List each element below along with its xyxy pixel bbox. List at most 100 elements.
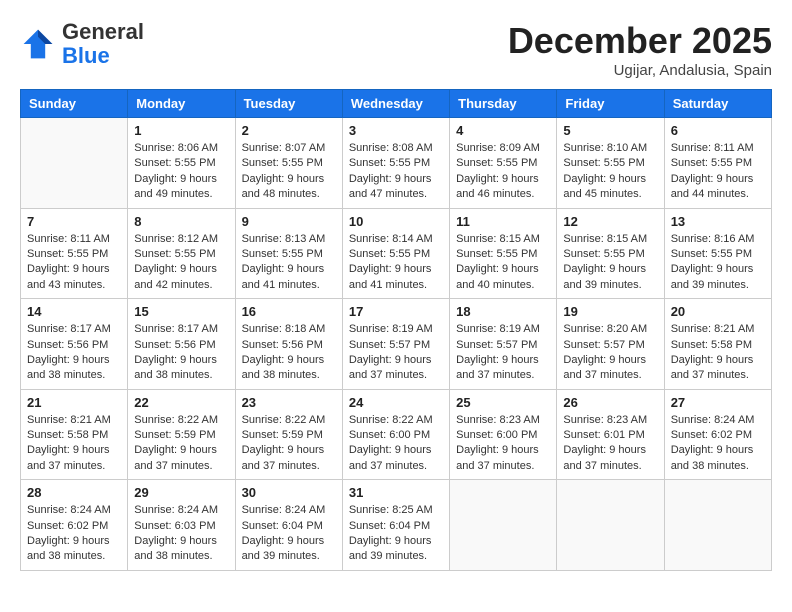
calendar-week-row: 14 Sunrise: 8:17 AMSunset: 5:56 PMDayligh… (21, 299, 772, 390)
cell-info: Sunrise: 8:23 AMSunset: 6:00 PMDaylight:… (456, 413, 550, 475)
day-number: 5 (563, 123, 657, 138)
calendar-cell: 16Sunrise: 8:18 AMSunset: 5:56 PMDayligh… (235, 299, 342, 390)
calendar-cell: 30 Sunrise: 8:24 AMSunset: 6:04 PMDayligh… (235, 480, 342, 571)
calendar-cell: 11 Sunrise: 8:15 AMSunset: 5:55 PMDayligh… (450, 208, 557, 299)
month-year: December 2025 (508, 20, 772, 62)
cell-info: Sunrise: 8:16 AMSunset: 5:55 PMDaylight:… (671, 232, 765, 294)
weekday-header: Monday (128, 90, 235, 118)
calendar-week-row: 21 Sunrise: 8:21 AMSunset: 5:58 PMDayligh… (21, 389, 772, 480)
calendar-cell: 18 Sunrise: 8:19 AMSunset: 5:57 PMDayligh… (450, 299, 557, 390)
cell-info: Sunrise: 8:12 AMSunset: 5:55 PMDaylight:… (134, 232, 228, 294)
weekday-header: Tuesday (235, 90, 342, 118)
calendar-cell: 21 Sunrise: 8:21 AMSunset: 5:58 PMDayligh… (21, 389, 128, 480)
calendar-cell: 25 Sunrise: 8:23 AMSunset: 6:00 PMDayligh… (450, 389, 557, 480)
calendar-cell (21, 118, 128, 209)
weekday-header: Sunday (21, 90, 128, 118)
cell-info: Sunrise: 8:24 AMSunset: 6:04 PMDaylight:… (242, 503, 336, 565)
calendar-cell (450, 480, 557, 571)
day-number: 16 (242, 304, 336, 319)
cell-info: Sunrise: 8:06 AMSunset: 5:55 PMDaylight:… (134, 141, 228, 203)
calendar-cell: 4Sunrise: 8:09 AMSunset: 5:55 PMDaylight… (450, 118, 557, 209)
day-number: 14 (27, 304, 121, 319)
calendar-cell: 19 Sunrise: 8:20 AMSunset: 5:57 PMDayligh… (557, 299, 664, 390)
location: Ugijar, Andalusia, Spain (508, 62, 772, 79)
day-number: 8 (134, 214, 228, 229)
calendar-cell: 20 Sunrise: 8:21 AMSunset: 5:58 PMDayligh… (664, 299, 771, 390)
calendar-cell: 28 Sunrise: 8:24 AMSunset: 6:02 PMDayligh… (21, 480, 128, 571)
calendar-cell: 10Sunrise: 8:14 AMSunset: 5:55 PMDayligh… (342, 208, 449, 299)
calendar-cell: 26Sunrise: 8:23 AMSunset: 6:01 PMDayligh… (557, 389, 664, 480)
logo-icon (20, 26, 56, 62)
cell-info: Sunrise: 8:20 AMSunset: 5:57 PMDaylight:… (563, 322, 657, 384)
day-number: 31 (349, 485, 443, 500)
logo-general: General (62, 19, 144, 44)
day-number: 11 (456, 214, 550, 229)
day-number: 28 (27, 485, 121, 500)
calendar-cell: 12 Sunrise: 8:15 AMSunset: 5:55 PMDayligh… (557, 208, 664, 299)
cell-info: Sunrise: 8:24 AMSunset: 6:02 PMDaylight:… (27, 503, 121, 565)
cell-info: Sunrise: 8:19 AMSunset: 5:57 PMDaylight:… (349, 322, 443, 384)
cell-info: Sunrise: 8:10 AMSunset: 5:55 PMDaylight:… (563, 141, 657, 203)
cell-info: Sunrise: 8:21 AMSunset: 5:58 PMDaylight:… (27, 413, 121, 475)
cell-info: Sunrise: 8:07 AMSunset: 5:55 PMDaylight:… (242, 141, 336, 203)
cell-info: Sunrise: 8:13 AMSunset: 5:55 PMDaylight:… (242, 232, 336, 294)
day-number: 9 (242, 214, 336, 229)
cell-info: Sunrise: 8:22 AMSunset: 5:59 PMDaylight:… (134, 413, 228, 475)
weekday-header: Saturday (664, 90, 771, 118)
day-number: 15 (134, 304, 228, 319)
cell-info: Sunrise: 8:19 AMSunset: 5:57 PMDaylight:… (456, 322, 550, 384)
day-number: 13 (671, 214, 765, 229)
calendar-cell: 17 Sunrise: 8:19 AMSunset: 5:57 PMDayligh… (342, 299, 449, 390)
calendar-cell: 8 Sunrise: 8:12 AMSunset: 5:55 PMDaylight… (128, 208, 235, 299)
day-number: 24 (349, 395, 443, 410)
title-block: December 2025 Ugijar, Andalusia, Spain (508, 20, 772, 79)
calendar-cell: 6 Sunrise: 8:11 AMSunset: 5:55 PMDaylight… (664, 118, 771, 209)
calendar-cell: 23Sunrise: 8:22 AMSunset: 5:59 PMDayligh… (235, 389, 342, 480)
calendar-cell: 7 Sunrise: 8:11 AMSunset: 5:55 PMDaylight… (21, 208, 128, 299)
day-number: 21 (27, 395, 121, 410)
cell-info: Sunrise: 8:21 AMSunset: 5:58 PMDaylight:… (671, 322, 765, 384)
cell-info: Sunrise: 8:11 AMSunset: 5:55 PMDaylight:… (27, 232, 121, 294)
calendar-cell: 1 Sunrise: 8:06 AMSunset: 5:55 PMDaylight… (128, 118, 235, 209)
cell-info: Sunrise: 8:24 AMSunset: 6:03 PMDaylight:… (134, 503, 228, 565)
day-number: 12 (563, 214, 657, 229)
day-number: 18 (456, 304, 550, 319)
calendar-week-row: 28 Sunrise: 8:24 AMSunset: 6:02 PMDayligh… (21, 480, 772, 571)
logo-blue: Blue (62, 43, 110, 68)
day-number: 3 (349, 123, 443, 138)
day-number: 19 (563, 304, 657, 319)
day-number: 1 (134, 123, 228, 138)
calendar: SundayMondayTuesdayWednesdayThursdayFrid… (20, 89, 772, 571)
day-number: 30 (242, 485, 336, 500)
day-number: 6 (671, 123, 765, 138)
logo-text: General Blue (62, 20, 144, 68)
calendar-cell: 15 Sunrise: 8:17 AMSunset: 5:56 PMDayligh… (128, 299, 235, 390)
cell-info: Sunrise: 8:11 AMSunset: 5:55 PMDaylight:… (671, 141, 765, 203)
calendar-week-row: 1 Sunrise: 8:06 AMSunset: 5:55 PMDaylight… (21, 118, 772, 209)
day-number: 17 (349, 304, 443, 319)
logo: General Blue (20, 20, 144, 68)
page-header: General Blue December 2025 Ugijar, Andal… (20, 20, 772, 79)
day-number: 7 (27, 214, 121, 229)
day-number: 10 (349, 214, 443, 229)
day-number: 20 (671, 304, 765, 319)
calendar-cell: 14 Sunrise: 8:17 AMSunset: 5:56 PMDayligh… (21, 299, 128, 390)
calendar-cell: 9 Sunrise: 8:13 AMSunset: 5:55 PMDaylight… (235, 208, 342, 299)
cell-info: Sunrise: 8:17 AMSunset: 5:56 PMDaylight:… (27, 322, 121, 384)
calendar-cell (664, 480, 771, 571)
calendar-cell (557, 480, 664, 571)
cell-info: Sunrise: 8:09 AMSunset: 5:55 PMDaylight:… (456, 141, 550, 203)
cell-info: Sunrise: 8:24 AMSunset: 6:02 PMDaylight:… (671, 413, 765, 475)
cell-info: Sunrise: 8:23 AMSunset: 6:01 PMDaylight:… (563, 413, 657, 475)
cell-info: Sunrise: 8:15 AMSunset: 5:55 PMDaylight:… (456, 232, 550, 294)
calendar-cell: 31 Sunrise: 8:25 AMSunset: 6:04 PMDayligh… (342, 480, 449, 571)
calendar-cell: 13 Sunrise: 8:16 AMSunset: 5:55 PMDayligh… (664, 208, 771, 299)
cell-info: Sunrise: 8:25 AMSunset: 6:04 PMDaylight:… (349, 503, 443, 565)
cell-info: Sunrise: 8:15 AMSunset: 5:55 PMDaylight:… (563, 232, 657, 294)
day-number: 25 (456, 395, 550, 410)
cell-info: Sunrise: 8:17 AMSunset: 5:56 PMDaylight:… (134, 322, 228, 384)
day-number: 22 (134, 395, 228, 410)
day-number: 27 (671, 395, 765, 410)
cell-info: Sunrise: 8:08 AMSunset: 5:55 PMDaylight:… (349, 141, 443, 203)
day-number: 23 (242, 395, 336, 410)
